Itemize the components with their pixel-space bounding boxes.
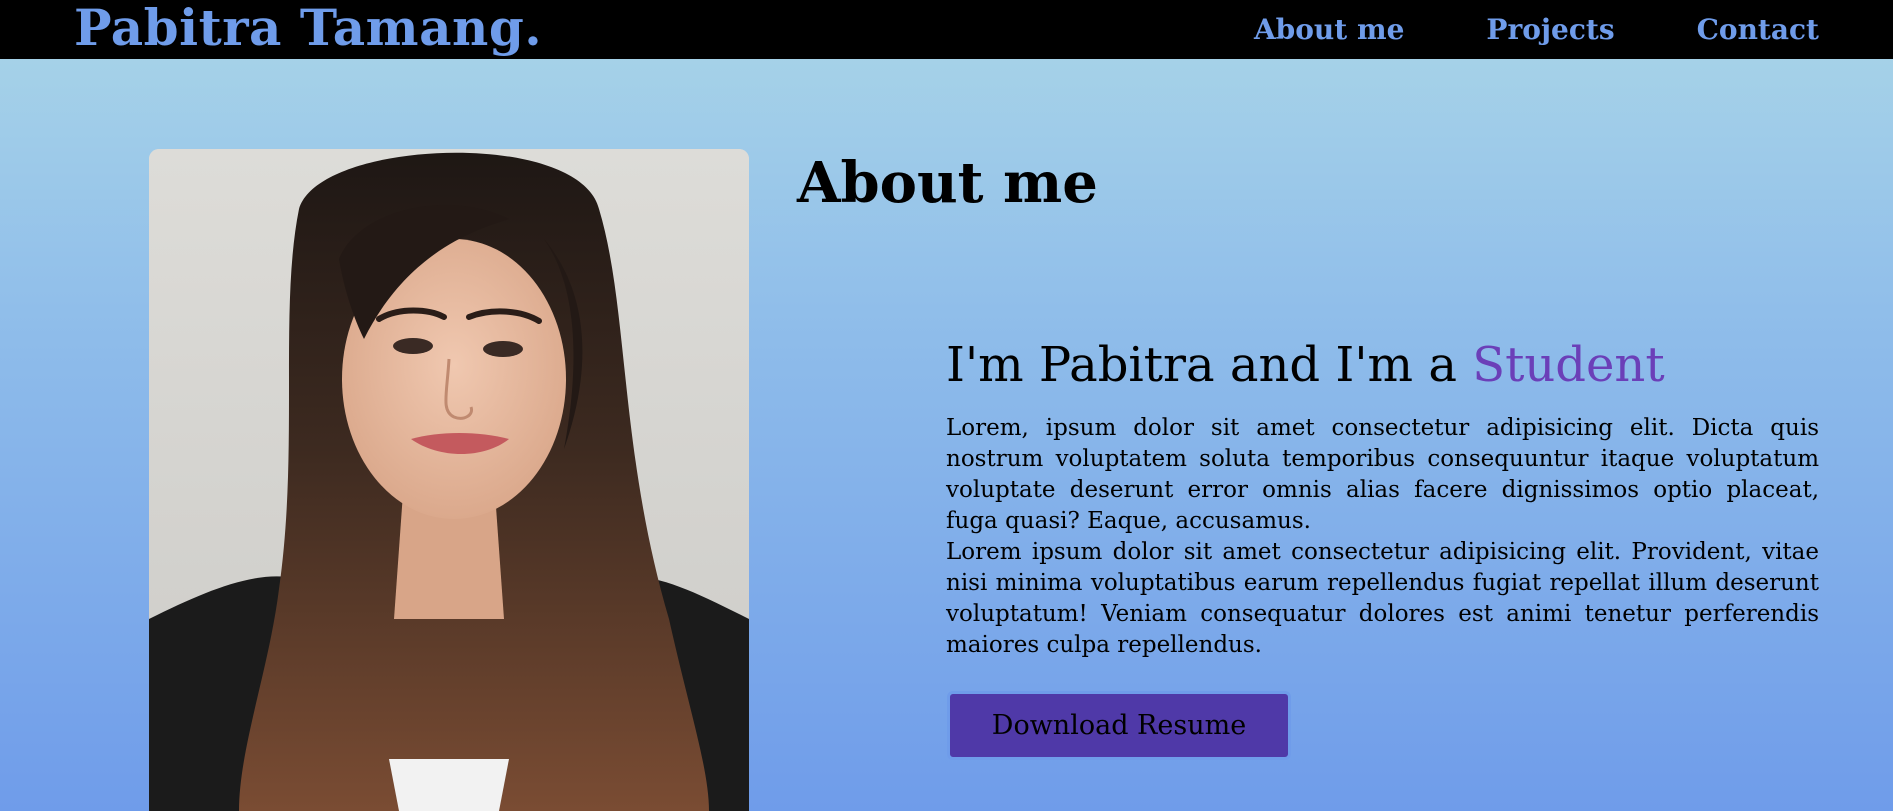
bio-paragraph-1: Lorem, ipsum dolor sit amet consectetur …: [946, 415, 1819, 534]
intro-text: I'm Pabitra and I'm a: [946, 337, 1473, 393]
about-title: About me: [797, 150, 1098, 216]
intro-heading: I'm Pabitra and I'm a Student: [946, 335, 1665, 395]
bio-paragraph-2: Lorem ipsum dolor sit amet consectetur a…: [946, 539, 1819, 658]
profile-photo: [149, 149, 749, 811]
nav-link-contact[interactable]: Contact: [1697, 15, 1819, 44]
bio-text: Lorem, ipsum dolor sit amet consectetur …: [946, 413, 1819, 661]
main-nav: About me Projects Contact: [1254, 0, 1819, 59]
site-header: Pabitra Tamang. About me Projects Contac…: [0, 0, 1893, 59]
site-brand[interactable]: Pabitra Tamang.: [74, 0, 542, 58]
nav-link-projects[interactable]: Projects: [1486, 15, 1614, 44]
intro-role: Student: [1472, 337, 1665, 393]
nav-link-about[interactable]: About me: [1254, 15, 1404, 44]
download-resume-button[interactable]: Download Resume: [947, 691, 1291, 760]
